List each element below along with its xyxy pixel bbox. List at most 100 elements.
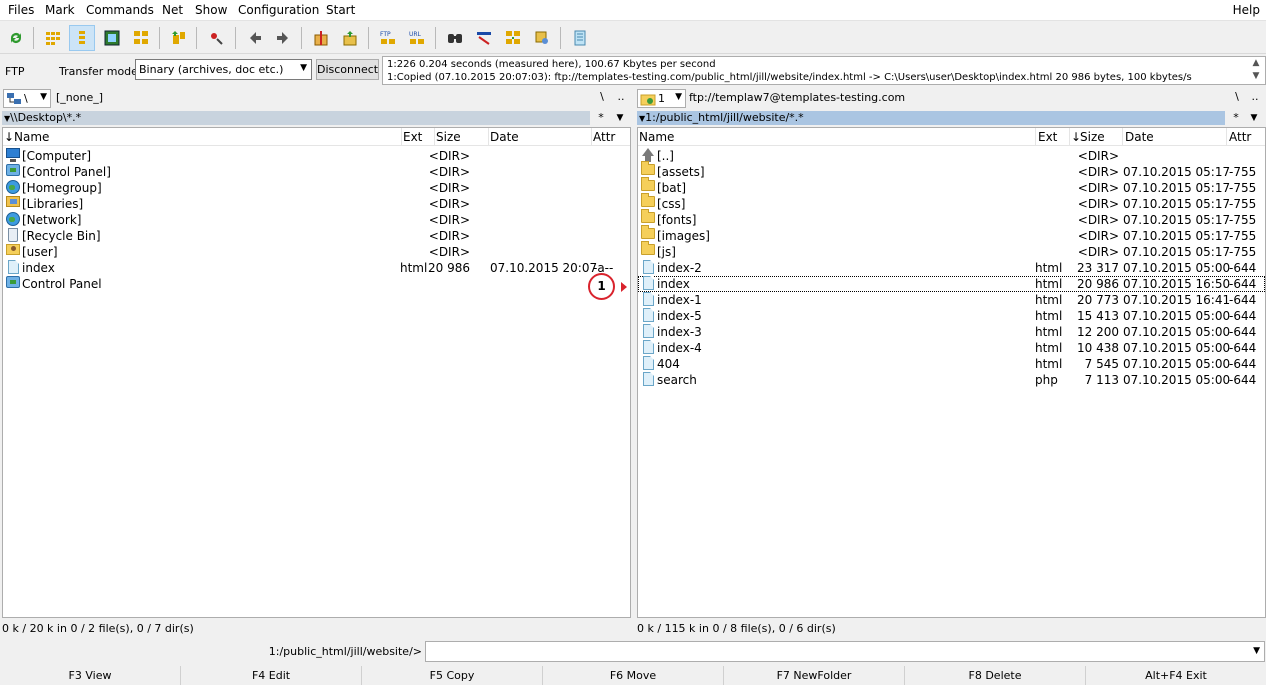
menu-commands[interactable]: Commands [86,3,154,17]
table-row[interactable]: [Network] <DIR> [3,212,630,228]
log-scrollbar[interactable]: ▲ ▼ [1249,57,1263,85]
left-col-ext[interactable]: Ext [403,130,422,144]
right-col-attr[interactable]: Attr [1229,130,1251,144]
table-row[interactable]: index-1 html 20 773 07.10.2015 16:41 -644 [638,292,1265,308]
ftp-bar: FTP Transfer mode Binary (archives, doc … [0,55,1266,87]
right-col-ext[interactable]: Ext [1038,130,1057,144]
notepad-button[interactable] [567,25,593,51]
table-row[interactable]: [fonts] <DIR> 07.10.2015 05:17 -755 [638,209,1265,228]
menu-show[interactable]: Show [195,3,227,17]
multi-rename-button[interactable] [471,25,497,51]
left-col-size[interactable]: Size [436,130,461,144]
full-view-button[interactable] [69,25,95,51]
homegroup-icon-shape [6,180,20,194]
right-col-name[interactable]: Name [639,130,674,144]
table-row[interactable]: [Recycle Bin] <DIR> [3,228,630,244]
file-size: <DIR> [428,245,470,259]
pack-button[interactable] [308,25,334,51]
table-row[interactable]: index-4 html 10 438 07.10.2015 05:00 -644 [638,340,1265,356]
unpack-button[interactable] [337,25,363,51]
table-row[interactable]: index html 20 986 07.10.2015 20:07 -a-- [3,260,630,276]
compare-button[interactable] [529,25,555,51]
right-root-button[interactable]: \ [1230,90,1244,103]
f5-copy-button[interactable]: F5 Copy [361,666,542,685]
left-root-button[interactable]: \ [595,90,609,103]
menu-configuration[interactable]: Configuration [238,3,319,17]
table-row[interactable]: index-2 html 23 317 07.10.2015 05:00 -644 [638,260,1265,276]
file-name: [Computer] [22,149,92,163]
right-drive-select[interactable]: 1 ▼ [637,89,686,108]
chevron-down-icon: ▼ [40,92,47,102]
tree-button[interactable] [128,25,154,51]
folder-icon-shape [641,177,655,191]
f6-move-button[interactable]: F6 Move [542,666,723,685]
right-filter-button[interactable]: * [1229,111,1243,125]
table-row[interactable]: [js] <DIR> 07.10.2015 05:17 -755 [638,241,1265,260]
forward-button[interactable] [270,25,296,51]
right-up-button[interactable]: .. [1248,90,1262,103]
left-up-button[interactable]: .. [614,90,628,103]
sync-button[interactable] [203,25,229,51]
refresh-button[interactable] [3,25,29,51]
table-row[interactable]: 404 html 7 545 07.10.2015 05:00 -644 [638,356,1265,372]
left-file-list[interactable]: ↓ Name Ext Size Date Attr [Computer] <DIR… [2,127,631,618]
table-row[interactable]: [Computer] <DIR> [3,148,630,164]
menu-files[interactable]: Files [8,3,34,17]
table-row[interactable]: [assets] <DIR> 07.10.2015 05:17 -755 [638,161,1265,180]
menu-start[interactable]: Start [326,3,355,17]
menu-mark[interactable]: Mark [45,3,75,17]
transfer-mode-select[interactable]: Binary (archives, doc etc.) ▼ [135,59,312,80]
command-line-input[interactable]: ▼ [425,641,1265,662]
alt-f4-exit-button[interactable]: Alt+F4 Exit [1085,666,1266,685]
table-row[interactable]: Control Panel [3,276,630,292]
table-row[interactable]: [bat] <DIR> 07.10.2015 05:17 -755 [638,177,1265,196]
sync-dirs-button[interactable] [500,25,526,51]
left-col-date[interactable]: Date [490,130,519,144]
file-icon-shape [8,260,19,274]
table-row[interactable]: [Libraries] <DIR> [3,196,630,212]
file-name: index-3 [657,325,702,339]
f7-newfolder-button[interactable]: F7 NewFolder [723,666,904,685]
right-file-list[interactable]: Name Ext ↓ Size Date Attr [..] <DIR> [asse… [637,127,1266,618]
file-attr: -755 [1229,181,1257,195]
left-col-name[interactable]: Name [14,130,49,144]
right-path-bar[interactable]: ▼1:/public_html/jill/website/*.* [637,111,1225,125]
ftp-connect-button[interactable]: FTP [375,25,401,51]
brief-view-button[interactable] [40,25,66,51]
table-row[interactable]: index-5 html 15 413 07.10.2015 05:00 -644 [638,308,1265,324]
left-status: 0 k / 20 k in 0 / 2 file(s), 0 / 7 dir(s… [2,622,194,635]
back-button[interactable] [242,25,268,51]
menu-net[interactable]: Net [162,3,183,17]
disconnect-button[interactable]: Disconnect [316,59,379,80]
file-name: [Network] [22,213,82,227]
thumbnails-button[interactable] [99,25,125,51]
menu-help[interactable]: Help [1233,3,1260,17]
left-filter-button[interactable]: * [594,111,608,125]
file-name: index [657,277,690,291]
left-col-attr[interactable]: Attr [593,130,615,144]
left-drive-select[interactable]: \ ▼ [3,89,51,108]
table-row[interactable]: search php 7 113 07.10.2015 05:00 -644 [638,372,1265,388]
recycle-bin-icon-shape [8,228,18,242]
table-row[interactable]: [Homegroup] <DIR> [3,180,630,196]
right-col-date[interactable]: Date [1125,130,1154,144]
compare-dirs-button[interactable] [166,25,192,51]
left-path-bar[interactable]: ▼\\Desktop\*.* [2,111,590,125]
table-row[interactable]: [..] <DIR> [638,148,1265,164]
table-row[interactable]: [Control Panel] <DIR> [3,164,630,180]
url-connect-button[interactable]: URL [404,25,430,51]
table-row[interactable]: [css] <DIR> 07.10.2015 05:17 -755 [638,193,1265,212]
table-row[interactable]: index html 20 986 07.10.2015 16:50 -644 [638,276,1265,292]
table-row[interactable]: index-3 html 12 200 07.10.2015 05:00 -644 [638,324,1265,340]
left-history-button[interactable]: ▼ [613,111,627,125]
table-row[interactable]: [images] <DIR> 07.10.2015 05:17 -755 [638,225,1265,244]
table-row[interactable]: [user] <DIR> [3,244,630,260]
ftp-log[interactable]: 1:226 0.204 seconds (measured here), 100… [382,56,1266,85]
f4-edit-button[interactable]: F4 Edit [180,666,361,685]
f3-view-button[interactable]: F3 View [0,666,180,685]
menu-bar: Files Mark Commands Net Show Configurati… [0,0,1266,21]
find-button[interactable] [442,25,468,51]
right-col-size[interactable]: Size [1080,130,1105,144]
right-history-button[interactable]: ▼ [1247,111,1261,125]
f8-delete-button[interactable]: F8 Delete [904,666,1085,685]
